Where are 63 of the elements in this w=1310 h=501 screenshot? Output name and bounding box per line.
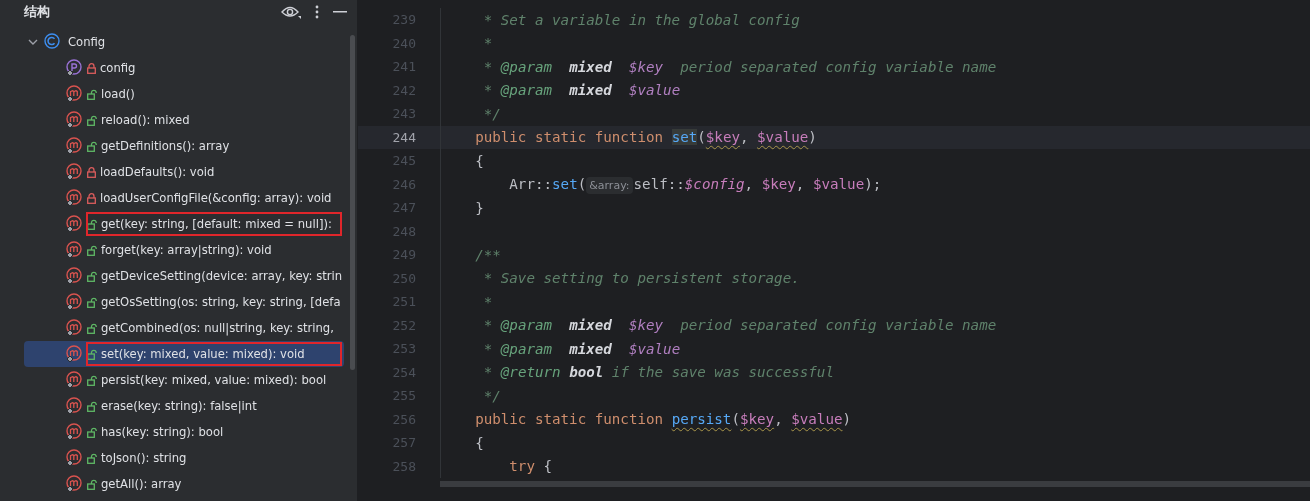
code-line: * @param mixed $key period separated config variable name [482, 317, 997, 334]
tree-item[interactable]: load() [24, 81, 344, 107]
method-icon [66, 371, 84, 389]
tree-item[interactable]: getDefinitions(): array [24, 133, 344, 159]
method-icon [66, 85, 84, 103]
minimize-icon[interactable] [333, 10, 347, 14]
code-line: * [482, 293, 493, 310]
tree-item[interactable]: has(key: string): bool [24, 419, 344, 445]
tree-item[interactable]: Config [68, 35, 106, 49]
method-icon [66, 267, 84, 285]
line-number: 244 [391, 129, 416, 145]
method-icon [66, 241, 84, 259]
method-icon [66, 215, 84, 233]
scrollbar[interactable] [440, 481, 1310, 487]
tree-item[interactable]: reload(): mixed [24, 107, 344, 133]
code-line: public static function set($key, $value) [474, 129, 817, 146]
tree-item[interactable]: set(key: mixed, value: mixed): void [24, 341, 344, 367]
method-icon [66, 163, 84, 181]
code-line: { [474, 434, 484, 451]
method-icon [66, 475, 84, 493]
code-line: * Set a variable in the global config [482, 11, 800, 28]
tree-item[interactable]: loadDefaults(): void [24, 159, 344, 185]
method-icon [66, 345, 84, 363]
method-icon [66, 189, 84, 207]
tree-item[interactable]: getDeviceSetting(device: array, key: strin [24, 263, 344, 289]
code-line: * @param mixed $value [482, 82, 681, 99]
more-icon[interactable] [315, 5, 319, 19]
tree-item[interactable]: forget(key: array|string): void [24, 237, 344, 263]
code-line: * @param mixed $value [482, 340, 681, 357]
code-line: * Save setting to persistent storage. [482, 270, 800, 287]
tree-item[interactable]: erase(key: string): false|int [24, 393, 344, 419]
tree-item[interactable]: loadUserConfigFile(&config: array): void [24, 185, 344, 211]
scrollbar[interactable] [350, 35, 355, 370]
method-icon [66, 111, 84, 129]
tree-item[interactable]: toJson(): string [24, 445, 344, 471]
panel-title: 结构 [24, 3, 51, 21]
method-icon [66, 397, 84, 415]
code-line: public static function persist($key, $value) [474, 411, 852, 428]
code-line: */ [482, 387, 501, 404]
chevron-icon[interactable] [28, 37, 38, 47]
code-line: Arr::set( &array: self::$config, $key, $value); [508, 176, 882, 193]
method-icon [66, 319, 84, 337]
code-line: * @return bool if the save was successful [482, 364, 834, 381]
tree-item[interactable]: config [24, 55, 344, 81]
tree-item[interactable]: persist(key: mixed, value: mixed): bool [24, 367, 344, 393]
code-line: /** [474, 246, 501, 263]
code-line: * @param mixed $key period separated config variable name [482, 58, 997, 75]
tree-item[interactable]: getAll(): array [24, 471, 344, 497]
tree-item[interactable]: getCombined(os: null|string, key: string, [24, 315, 344, 341]
method-icon [66, 423, 84, 441]
method-icon [66, 137, 84, 155]
eye-icon[interactable] [281, 5, 301, 19]
tree-item[interactable]: getOsSetting(os: string, key: string, [defa [24, 289, 344, 315]
code-line: */ [482, 105, 501, 122]
property-icon [66, 59, 84, 77]
method-icon [66, 293, 84, 311]
method-icon [66, 449, 84, 467]
tree-item[interactable]: get(key: string, [default: mixed = null]): [24, 211, 344, 237]
code-line: * [482, 35, 493, 52]
code-line: try { [508, 458, 553, 475]
code-line: } [474, 199, 484, 216]
class-icon [44, 33, 62, 51]
code-line: { [474, 152, 484, 169]
